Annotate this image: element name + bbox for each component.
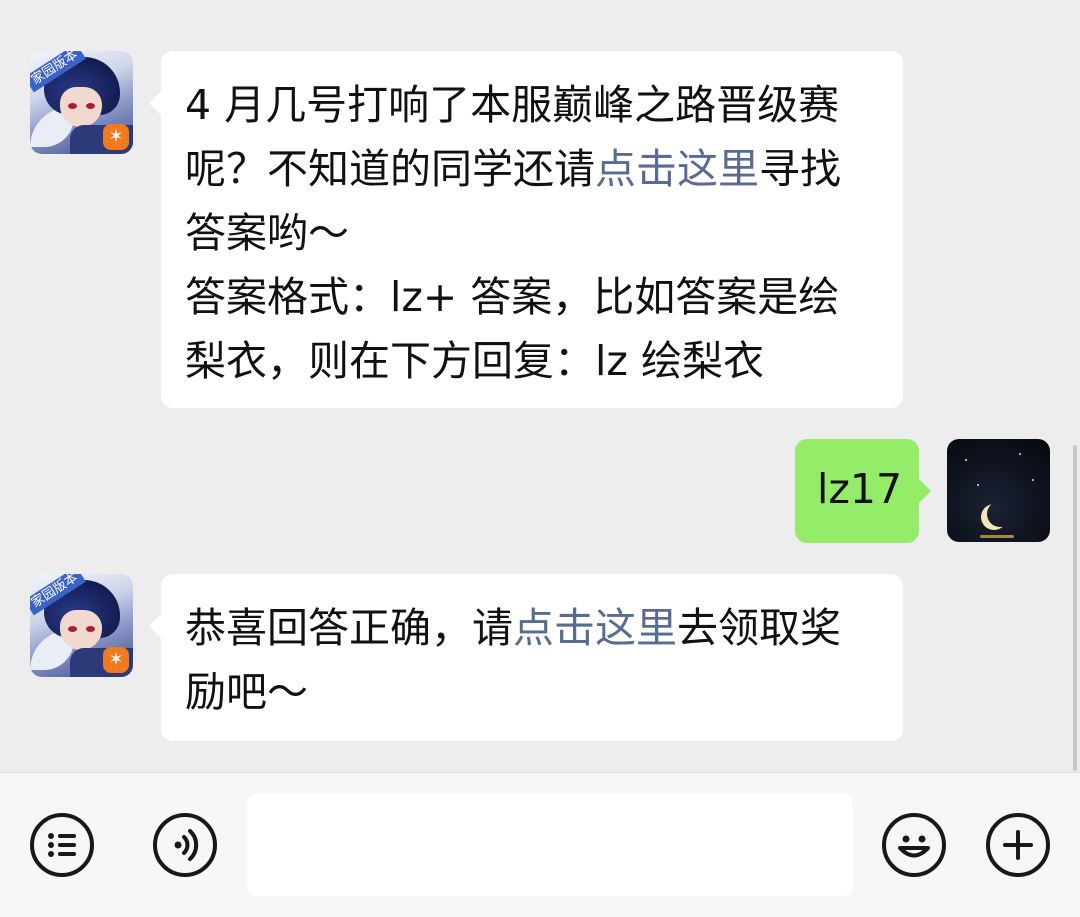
message-text: 呢？不知道的同学还请 [185, 145, 595, 193]
message-text: 去领取奖 [677, 604, 841, 652]
bot-avatar[interactable]: 家园版本 ✶ [30, 51, 133, 154]
avatar-face [60, 87, 102, 127]
input-bar [0, 772, 1080, 917]
list-menu-icon[interactable] [30, 813, 94, 877]
message-text: 答案哟～ [185, 209, 349, 257]
message-bubble[interactable]: 4 月几号打响了本服巅峰之路晋级赛 呢？不知道的同学还请点击这里寻找 答案哟～ 答案格… [149, 51, 903, 408]
message-text: 答案格式：lz+ 答案，比如答案是绘 [185, 273, 840, 321]
user-avatar[interactable] [947, 439, 1050, 542]
star [965, 459, 967, 461]
moon-reflection [980, 535, 1014, 538]
message-line: 恭喜回答正确，请点击这里去领取奖 [185, 596, 879, 660]
message-line: 呢？不知道的同学还请点击这里寻找 [185, 137, 879, 201]
message-text: 4 月几号打响了本服巅峰之路晋级赛 [185, 81, 840, 129]
message-line: 励吧～ [185, 660, 879, 724]
message-text: 寻找 [759, 145, 841, 193]
voice-icon[interactable] [153, 813, 217, 877]
message-line: 答案格式：lz+ 答案，比如答案是绘 [185, 265, 879, 329]
message-line: 梨衣，则在下方回复：lz 绘梨衣 [185, 329, 879, 393]
emoji-icon[interactable] [882, 813, 946, 877]
avatar-eye [68, 103, 77, 109]
click-here-link[interactable]: 点击这里 [513, 604, 677, 652]
message-text: 恭喜回答正确，请 [185, 604, 513, 652]
star [977, 484, 979, 486]
moon-icon [987, 501, 1013, 527]
chat-area: 家园版本 ✶ 4 月几号打响了本服巅峰之路晋级赛 呢？不知道的同学还请点击这里寻找… [0, 0, 1080, 772]
avatar-face [60, 610, 102, 650]
avatar-eye [68, 626, 77, 632]
avatar-eye [86, 626, 95, 632]
message-text: 梨衣，则在下方回复：lz 绘梨衣 [185, 337, 764, 385]
avatar-eye [86, 103, 95, 109]
message-line: 答案哟～ [185, 201, 879, 265]
message-text: 励吧～ [185, 668, 308, 716]
game-logo-icon: ✶ [103, 124, 129, 150]
plus-icon[interactable] [986, 813, 1050, 877]
message-bubble[interactable]: 恭喜回答正确，请点击这里去领取奖励吧～ [149, 574, 903, 741]
star [1032, 479, 1034, 481]
message-input[interactable] [247, 794, 853, 896]
star [1019, 453, 1021, 455]
click-here-link[interactable]: 点击这里 [595, 145, 759, 193]
my-message-bubble[interactable]: lz17 [795, 439, 931, 543]
scrollbar[interactable] [1073, 445, 1077, 771]
bot-avatar[interactable]: 家园版本 ✶ [30, 574, 133, 677]
game-logo-icon: ✶ [103, 647, 129, 673]
my-message-text: lz17 [817, 465, 903, 513]
message-line: 4 月几号打响了本服巅峰之路晋级赛 [185, 73, 879, 137]
